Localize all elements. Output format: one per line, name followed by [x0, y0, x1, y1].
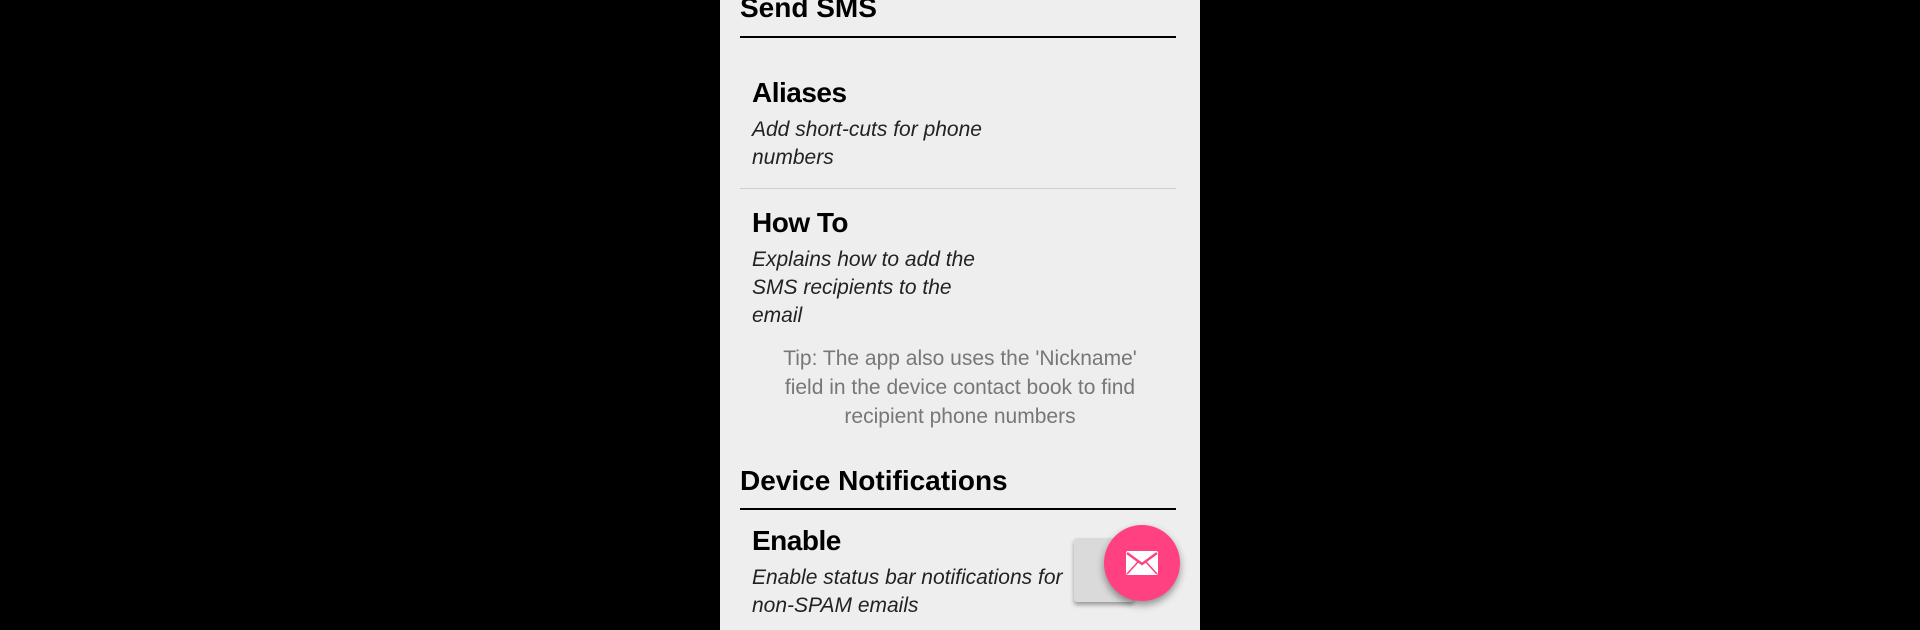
- pref-aliases-title: Aliases: [752, 77, 847, 108]
- compose-email-button[interactable]: [1104, 525, 1180, 601]
- pref-aliases-summary: Add short-cuts for phone numbers: [752, 118, 982, 169]
- pref-enable-title: Enable: [752, 525, 841, 556]
- pref-how-to[interactable]: How To Explains how to add the SMS recip…: [752, 206, 1052, 330]
- pref-enable-summary: Enable status bar notifications for non-…: [752, 566, 1063, 617]
- divider: [740, 188, 1176, 189]
- pref-how-to-summary: Explains how to add the SMS recipients t…: [752, 248, 975, 327]
- section-header-send-sms: Send SMS: [740, 0, 1176, 38]
- section-header-device-notifications: Device Notifications: [740, 457, 1176, 510]
- pref-aliases[interactable]: Aliases Add short-cuts for phone numbers: [752, 76, 1052, 172]
- tip-text: Tip: The app also uses the 'Nickname' fi…: [783, 347, 1137, 428]
- email-icon: [1126, 551, 1158, 575]
- pref-how-to-title: How To: [752, 207, 849, 238]
- settings-screen: Send SMS Aliases Add short-cuts for phon…: [720, 0, 1200, 630]
- pref-enable[interactable]: Enable Enable status bar notifications f…: [752, 524, 1082, 620]
